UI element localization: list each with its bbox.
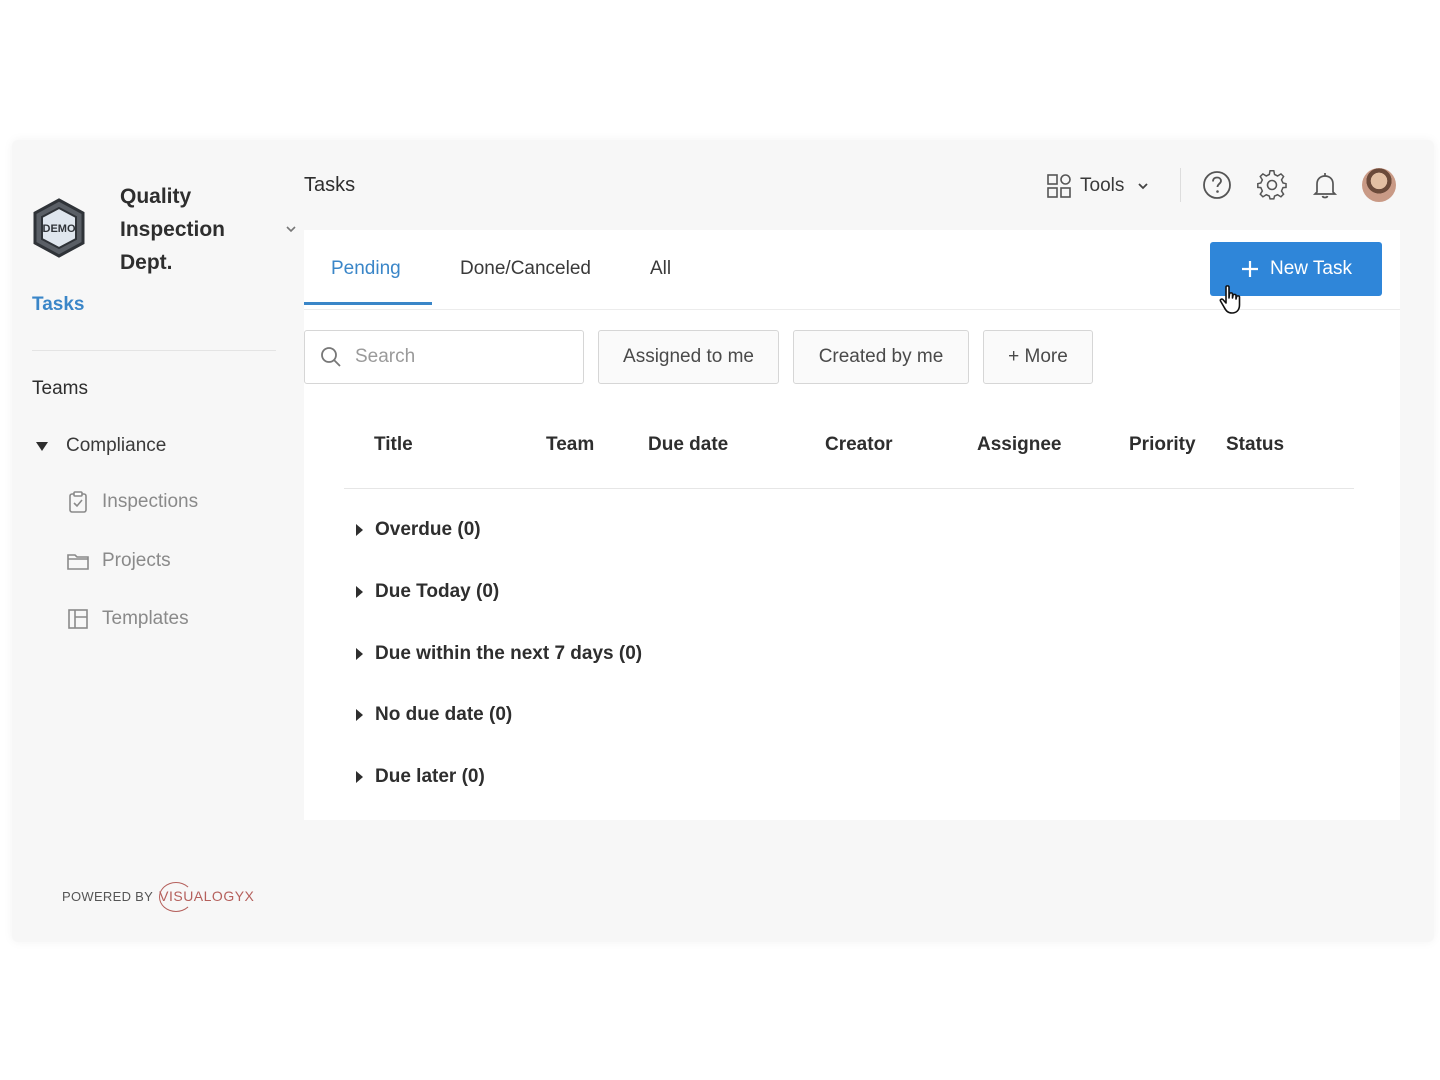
bell-icon[interactable] — [1308, 168, 1342, 202]
clipboard-check-icon — [69, 491, 87, 513]
more-filters-button[interactable]: + More — [983, 330, 1093, 384]
sidebar-section-teams: Teams — [32, 378, 88, 399]
group-label: Overdue (0) — [375, 519, 481, 540]
column-header-due-date[interactable]: Due date — [648, 434, 728, 456]
chevron-down-icon[interactable] — [284, 222, 298, 236]
caret-right-icon — [356, 771, 363, 783]
assigned-to-me-button[interactable]: Assigned to me — [598, 330, 779, 384]
group-label: Due later (0) — [375, 766, 485, 787]
group-due-next-7-days[interactable]: Due within the next 7 days (0) — [356, 640, 642, 668]
group-due-today[interactable]: Due Today (0) — [356, 578, 499, 606]
sidebar-item-projects[interactable]: Projects — [66, 547, 171, 575]
org-name: Quality Inspection Dept. — [120, 180, 225, 279]
org-switcher[interactable]: DEMO Quality Inspection Dept. — [32, 160, 296, 274]
column-header-creator[interactable]: Creator — [825, 434, 893, 456]
help-icon[interactable] — [1200, 168, 1234, 202]
search-input[interactable] — [355, 346, 565, 368]
demo-logo-icon: DEMO — [33, 198, 85, 258]
caret-right-icon — [356, 709, 363, 721]
sidebar-item-inspections[interactable]: Inspections — [66, 488, 198, 516]
sidebar-item-templates[interactable]: Templates — [66, 605, 189, 633]
logo-text: DEMO — [43, 223, 76, 235]
caret-down-icon[interactable] — [36, 441, 48, 451]
team-name: Compliance — [66, 435, 167, 456]
header-divider — [344, 488, 1354, 489]
avatar[interactable] — [1362, 168, 1396, 202]
column-header-title[interactable]: Title — [374, 434, 413, 456]
group-label: No due date (0) — [375, 704, 513, 725]
brand-ring-icon — [159, 882, 194, 912]
powered-by-label: POWERED BY — [62, 888, 154, 904]
powered-by: POWERED BY VISUALOGYX — [62, 882, 254, 912]
sidebar-item-tasks[interactable]: Tasks — [32, 294, 84, 316]
group-no-due-date[interactable]: No due date (0) — [356, 701, 512, 729]
group-overdue[interactable]: Overdue (0) — [356, 516, 481, 544]
group-label: Due Today (0) — [375, 581, 500, 602]
active-tab-indicator — [304, 302, 432, 305]
tools-menu[interactable]: Tools — [1046, 172, 1150, 200]
caret-right-icon — [356, 586, 363, 598]
sidebar-item-label: Inspections — [102, 491, 199, 512]
apps-grid-icon — [1047, 174, 1071, 198]
search-icon — [321, 347, 341, 367]
org-name-line: Inspection — [120, 218, 226, 241]
created-by-me-button[interactable]: Created by me — [793, 330, 969, 384]
app-window: DEMO Quality Inspection Dept. Tasks Team… — [12, 140, 1434, 942]
chevron-down-icon — [1138, 183, 1148, 190]
sidebar-item-label: Templates — [102, 608, 189, 629]
header-separator — [1180, 168, 1181, 202]
folder-icon — [67, 554, 89, 570]
column-header-team[interactable]: Team — [546, 434, 594, 456]
hand-cursor-icon — [1219, 285, 1241, 314]
page-title: Tasks — [304, 174, 356, 196]
gear-icon[interactable] — [1255, 168, 1289, 202]
team-compliance[interactable]: Compliance — [36, 432, 166, 460]
group-due-later[interactable]: Due later (0) — [356, 763, 485, 791]
tab-done-canceled[interactable]: Done/Canceled — [460, 258, 591, 280]
tools-label: Tools — [1080, 175, 1125, 196]
template-icon — [68, 609, 88, 629]
tasks-panel: Pending Done/Canceled All New Task Assig… — [304, 230, 1400, 820]
sidebar-item-label: Projects — [102, 550, 171, 571]
sidebar-divider — [32, 350, 276, 351]
org-name-line: Quality — [120, 185, 192, 208]
brand-logo: VISUALOGYX — [159, 882, 254, 912]
column-header-assignee[interactable]: Assignee — [977, 434, 1061, 456]
search-box[interactable] — [304, 330, 584, 384]
caret-right-icon — [356, 648, 363, 660]
new-task-label: New Task — [1269, 258, 1352, 279]
tab-pending[interactable]: Pending — [331, 258, 401, 280]
caret-right-icon — [356, 524, 363, 536]
group-label: Due within the next 7 days (0) — [375, 643, 643, 664]
org-name-line: Dept. — [120, 251, 173, 274]
tab-all[interactable]: All — [650, 258, 671, 280]
column-header-status[interactable]: Status — [1226, 434, 1284, 456]
plus-icon — [1241, 261, 1258, 277]
column-header-priority[interactable]: Priority — [1129, 434, 1196, 456]
